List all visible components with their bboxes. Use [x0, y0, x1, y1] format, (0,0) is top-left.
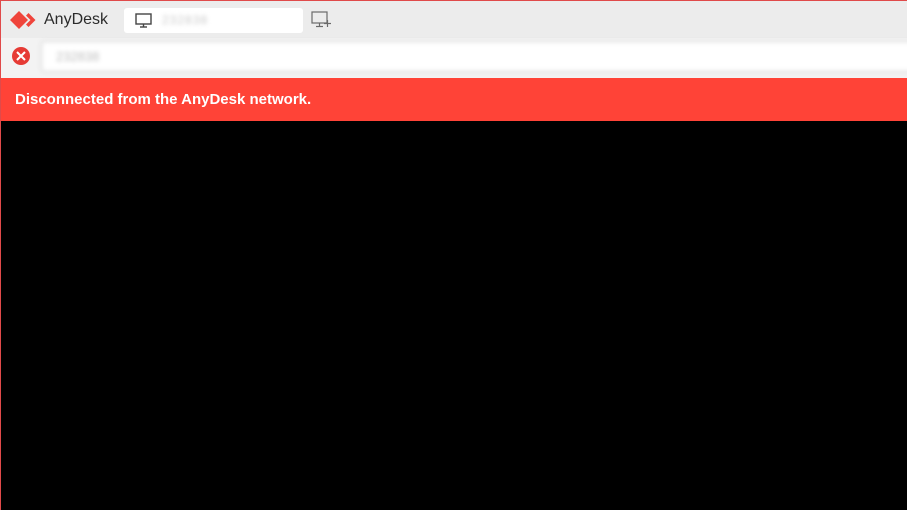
remote-address-input[interactable]	[41, 41, 907, 72]
app-name: AnyDesk	[44, 11, 109, 28]
new-session-icon	[311, 11, 331, 28]
banner-message: Disconnected from the AnyDesk network.	[15, 91, 312, 108]
disconnected-icon	[12, 47, 30, 65]
address-row	[1, 38, 907, 78]
anydesk-logo-icon	[10, 11, 36, 29]
session-tab[interactable]: 232838	[124, 8, 303, 33]
title-bar: AnyDesk 232838	[1, 1, 907, 38]
anydesk-window: AnyDesk 232838 Dis	[0, 0, 907, 510]
disconnected-banner: Disconnected from the AnyDesk network.	[1, 78, 907, 121]
tab-label: 232838	[162, 13, 209, 27]
remote-desktop-view[interactable]	[1, 121, 907, 510]
new-session-button[interactable]	[310, 10, 332, 30]
monitor-icon	[135, 13, 152, 28]
